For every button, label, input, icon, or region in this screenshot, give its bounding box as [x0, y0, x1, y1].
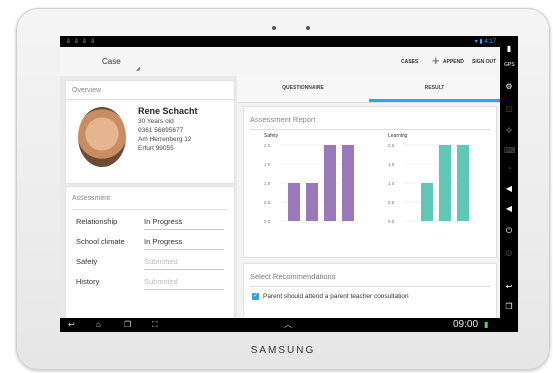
settings-icon[interactable]: ⚙	[504, 82, 514, 91]
sensor-dot	[306, 26, 310, 30]
y-tick-label: 2.0	[264, 143, 271, 148]
person-phone: 0361 56895677	[138, 127, 184, 134]
person-age: 30 Years old	[138, 118, 174, 125]
row-label: History	[76, 277, 100, 286]
row-status: Submitted	[144, 257, 178, 266]
y-tick-label: 1.0	[264, 181, 271, 186]
sign-out-button[interactable]: SIGN OUT	[472, 59, 496, 65]
brand-label: SAMSUNG	[250, 345, 316, 356]
pen-icon[interactable]: ▮	[504, 44, 514, 53]
divider	[250, 129, 490, 130]
download-icons: ⇩⇩⇩⇩	[66, 39, 99, 45]
camera-icon[interactable]: ◫	[504, 104, 514, 113]
recommendation-checkbox[interactable]: ✓	[252, 293, 259, 300]
person-name: Rene Schacht	[138, 106, 198, 116]
back-alt-icon[interactable]: ↩	[504, 282, 514, 291]
case-spinner-label[interactable]: Case	[102, 57, 121, 66]
window-icon[interactable]: ❐	[504, 302, 514, 311]
back-icon[interactable]: ↩	[68, 320, 75, 330]
home-icon[interactable]: ⌂	[96, 320, 101, 330]
report-title: Assessment Report	[250, 115, 316, 124]
up-chevron-icon[interactable]: ︿	[284, 320, 292, 330]
chart-bar	[324, 145, 336, 221]
chart-bar	[457, 145, 469, 221]
divider	[66, 99, 234, 100]
divider	[144, 249, 224, 250]
row-label: School climate	[76, 237, 125, 246]
chart-bar	[439, 145, 451, 221]
chart-title: Safety	[264, 133, 279, 139]
screen: ⇩⇩⇩⇩ ▾ ▮ 4:17 Case ◢ CASES + APPEND SIGN…	[60, 36, 518, 332]
spinner-caret-icon: ◢	[136, 66, 140, 72]
chart-bar	[306, 183, 318, 221]
assessment-row-history[interactable]: History Submitted	[76, 271, 226, 291]
recent-apps-icon[interactable]: ❐	[124, 320, 131, 330]
assessment-title: Assessment	[72, 195, 111, 202]
chart-bar	[342, 145, 354, 221]
action-bar: Case ◢ CASES + APPEND SIGN OUT	[60, 47, 500, 77]
tab-questionnaire[interactable]: QUESTIONNAIRE	[237, 85, 369, 91]
person-city: Erfurt 99055	[138, 145, 174, 152]
overview-title: Overview	[72, 87, 102, 94]
tab-bar: QUESTIONNAIRE RESULT	[237, 76, 500, 103]
row-status: In Progress	[144, 217, 183, 226]
plus-icon[interactable]: +	[432, 54, 440, 67]
chart-bar	[288, 183, 300, 221]
chart-bar	[421, 183, 433, 221]
keyboard-icon[interactable]: ⌨	[504, 146, 516, 155]
wifi-icon[interactable]: ◔	[504, 164, 514, 173]
assessment-row-school-climate[interactable]: School climate In Progress	[76, 231, 226, 251]
divider	[144, 289, 224, 290]
y-tick-label: 2.0	[388, 143, 395, 148]
screenshot-icon[interactable]: ⛶	[152, 320, 158, 330]
side-panel: ▮ GPS ⚙ ◫ ✥ ⌨ ◔ ◀ ◀ ⏻ ◎ ↩ ❐	[500, 36, 518, 332]
y-tick-label: 1.5	[388, 162, 395, 167]
power-icon[interactable]: ⏻	[504, 226, 514, 236]
camera-dot	[272, 26, 276, 30]
gps-icon[interactable]: GPS	[504, 62, 515, 68]
row-status: Submitted	[144, 277, 178, 286]
row-label: Relationship	[76, 217, 118, 226]
status-right: ▾ ▮ 4:17	[474, 39, 496, 45]
assessment-row-safety[interactable]: Safety Submitted	[76, 251, 226, 271]
person-street: Am Herrenberg 12	[138, 136, 192, 143]
assessment-card: Assessment Relationship In Progress Scho…	[65, 186, 235, 332]
status-bar: ⇩⇩⇩⇩ ▾ ▮ 4:17	[60, 36, 500, 47]
divider	[250, 286, 490, 287]
recommendations-title: Select Recommendations	[250, 272, 336, 281]
assessment-row-relationship[interactable]: Relationship In Progress	[76, 211, 226, 231]
chart-title: Learning	[388, 133, 408, 139]
volume-up-icon[interactable]: ◀	[504, 184, 514, 193]
assessment-report-card: Assessment Report Safety 0.0 0.5 1.0 1.5 2.0 L…	[243, 106, 497, 258]
row-label: Safety	[76, 257, 98, 266]
tab-result[interactable]: RESULT	[369, 85, 500, 91]
y-tick-label: 0.5	[388, 200, 395, 205]
y-tick-label: 0.0	[264, 219, 271, 224]
overview-card: Overview Rene Schacht 30 Years old 0361 …	[65, 80, 235, 184]
y-tick-label: 1.0	[388, 181, 395, 186]
app: ⇩⇩⇩⇩ ▾ ▮ 4:17 Case ◢ CASES + APPEND SIGN…	[60, 36, 500, 332]
active-tab-indicator	[369, 99, 500, 102]
divider	[144, 269, 224, 270]
clock: 09:00	[453, 319, 479, 330]
battery-icon: ▮	[484, 320, 489, 329]
y-tick-label: 1.5	[264, 162, 271, 167]
avatar	[78, 107, 126, 167]
volume-down-icon[interactable]: ◀	[504, 204, 514, 213]
y-tick-label: 0.5	[264, 200, 271, 205]
left-pane: Overview Rene Schacht 30 Years old 0361 …	[60, 76, 237, 332]
right-pane: QUESTIONNAIRE RESULT Assessment Report S…	[237, 76, 500, 332]
divider	[144, 229, 224, 230]
y-tick-label: 0.0	[388, 219, 395, 224]
recommendation-label: Parent should attend a parent teacher co…	[263, 293, 409, 300]
cases-button[interactable]: CASES	[401, 59, 418, 65]
charts-svg: Safety 0.0 0.5 1.0 1.5 2.0 Learning 0.0 0.5 1.0 1.…	[264, 133, 474, 224]
divider	[72, 209, 228, 210]
system-nav-bar: ↩ ⌂ ❐ ⛶ ︿ 09:00 ▮	[60, 318, 500, 332]
append-button[interactable]: APPEND	[443, 59, 464, 65]
camera-alt-icon[interactable]: ◎	[504, 248, 514, 257]
row-status: In Progress	[144, 237, 183, 246]
rotate-icon[interactable]: ✥	[504, 126, 514, 135]
